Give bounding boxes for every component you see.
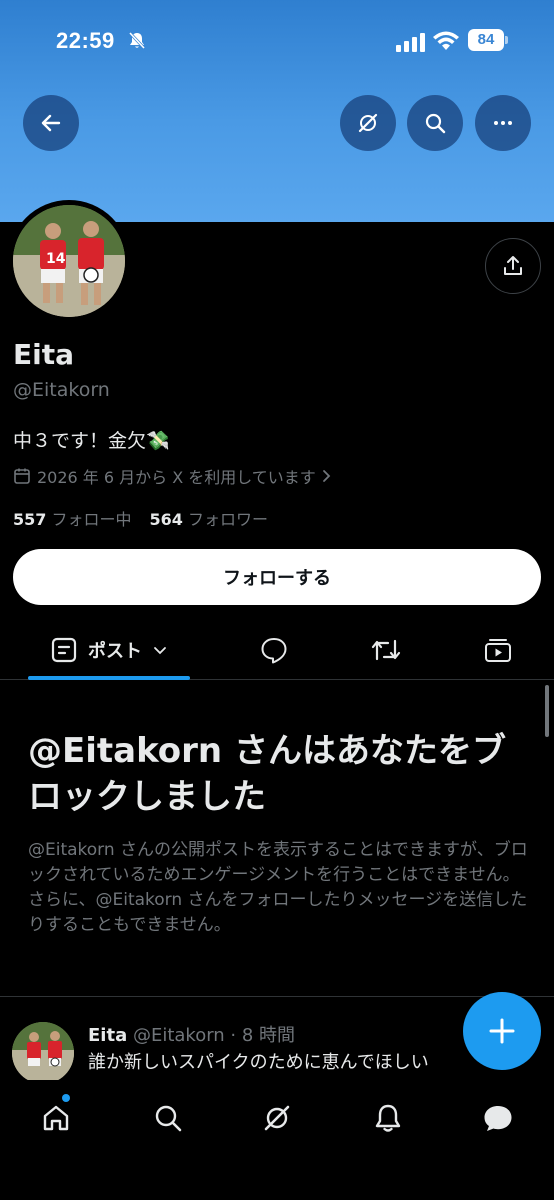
plus-icon [489, 1018, 515, 1044]
more-button[interactable] [475, 95, 531, 151]
status-bar: 22:59 84 [0, 28, 554, 58]
grok-button[interactable] [340, 95, 396, 151]
following-count: 557 [13, 510, 47, 529]
share-button[interactable] [485, 238, 541, 294]
followers-count: 564 [149, 510, 183, 529]
svg-text:14: 14 [46, 251, 66, 267]
blocked-description: @Eitakorn さんの公開ポストを表示することはできますが、ブロックされてい… [28, 840, 528, 935]
joined-date-row[interactable]: 2026 年 6 月から X を利用しています [13, 465, 332, 487]
back-button[interactable] [23, 95, 79, 151]
tab-posts-label: ポスト [88, 641, 142, 662]
profile-handle: @Eitakorn [13, 379, 110, 401]
post-author-name[interactable]: Eita [88, 1025, 127, 1046]
tab-reposts[interactable] [360, 622, 412, 678]
media-icon [485, 639, 511, 662]
divider [0, 996, 554, 997]
profile-name: Eita [13, 338, 75, 371]
home-icon [43, 1105, 69, 1131]
battery-level: 84 [468, 29, 504, 51]
follow-button[interactable]: フォローする [13, 549, 541, 605]
profile-bio: 中３です！金欠💸 [13, 430, 170, 452]
profile-avatar[interactable]: 14 [8, 200, 130, 322]
following-label: フォロー中 [51, 510, 132, 529]
tab-posts[interactable]: ポスト [28, 622, 190, 678]
search-icon [425, 113, 446, 134]
follow-stats: 557 フォロー中 564 フォロワー [13, 506, 268, 530]
posts-tab-icon [51, 637, 77, 663]
followers-label: フォロワー [188, 510, 269, 529]
home-notification-dot [62, 1094, 70, 1102]
nav-grok[interactable] [257, 1098, 297, 1138]
avatar-photo-graphic: 14 [13, 205, 125, 317]
arrow-left-icon [41, 114, 61, 132]
bell-icon [375, 1104, 401, 1132]
post-avatar[interactable] [12, 1022, 74, 1084]
post-text[interactable]: 誰か新しいスパイクのために恵んでほしい [88, 1048, 429, 1074]
tab-replies[interactable] [248, 622, 300, 678]
chevron-down-icon [154, 647, 166, 655]
wifi-icon [433, 31, 459, 50]
joined-date: 2026 年 6 月から X を利用しています [37, 468, 316, 487]
search-button[interactable] [407, 95, 463, 151]
post-avatar-photo [12, 1022, 74, 1084]
battery-indicator: 84 [468, 29, 508, 51]
chevron-right-icon [322, 470, 331, 482]
profile-tabs: ポスト [0, 622, 554, 680]
blocked-title: @Eitakorn さんはあなたをブロックしました [28, 731, 506, 817]
nav-home[interactable] [36, 1098, 76, 1138]
post-meta: @Eitakorn · 8 時間 [132, 1025, 296, 1046]
chat-bubble-icon [484, 1106, 512, 1131]
bottom-navigation [0, 1080, 554, 1200]
grok-slash-icon [358, 113, 378, 133]
avatar-photo: 14 [13, 205, 125, 317]
scrollbar[interactable] [545, 685, 549, 737]
share-icon [504, 256, 522, 275]
nav-search[interactable] [148, 1098, 188, 1138]
following-link[interactable]: 557 フォロー中 [13, 506, 132, 530]
followers-link[interactable]: 564 フォロワー [150, 506, 269, 530]
post-header: Eita @Eitakorn · 8 時間 [88, 1021, 295, 1047]
compose-post-button[interactable] [463, 992, 541, 1070]
status-time: 22:59 [56, 28, 115, 53]
grok-slash-icon [264, 1105, 290, 1131]
nav-messages[interactable] [478, 1098, 518, 1138]
calendar-icon [14, 468, 30, 484]
repost-icon [371, 639, 401, 661]
bell-off-icon [128, 31, 146, 50]
tab-media[interactable] [472, 622, 524, 678]
cellular-signal-icon [396, 33, 425, 52]
tab-active-indicator [28, 676, 190, 680]
nav-notifications[interactable] [368, 1098, 408, 1138]
reply-bubble-icon [261, 638, 287, 664]
more-horizontal-icon [494, 121, 512, 125]
search-icon [155, 1105, 182, 1132]
